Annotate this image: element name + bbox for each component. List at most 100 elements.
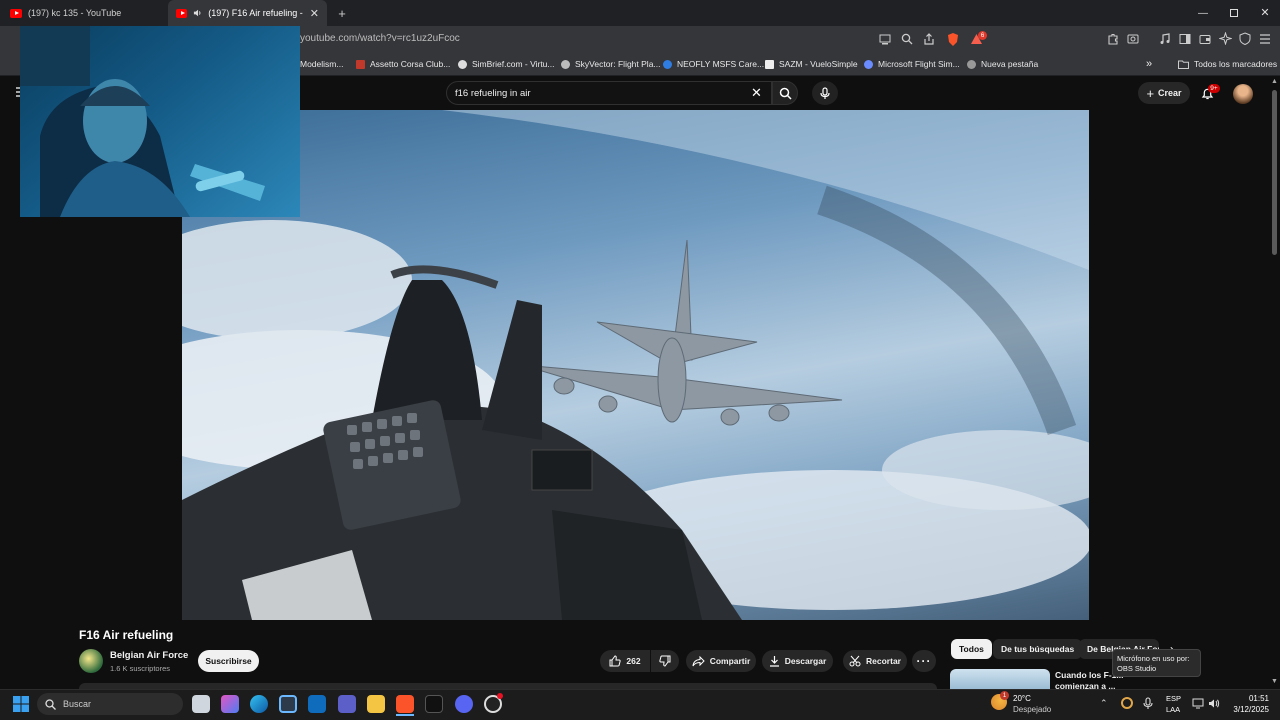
microphone-in-use-tray-icon[interactable] [1143, 697, 1153, 710]
wallet-icon[interactable] [1199, 33, 1211, 45]
more-dots-icon: ··· [916, 654, 932, 668]
webcam-person-illustration [20, 26, 265, 217]
zoom-icon[interactable] [901, 33, 913, 45]
recommendation-thumbnail[interactable] [950, 669, 1050, 689]
msfs-favicon-icon [864, 59, 873, 69]
file-explorer-icon[interactable] [367, 695, 385, 713]
chip-from-searches[interactable]: De tus búsquedas [993, 639, 1083, 659]
page-scrollbar-thumb[interactable] [1272, 90, 1277, 255]
bookmark-label: SkyVector: Flight Pla... [575, 59, 661, 69]
close-window-icon[interactable]: ✕ [1258, 5, 1272, 19]
scroll-down-arrow-icon[interactable]: ▼ [1271, 678, 1278, 685]
browser-menu-icon[interactable] [1259, 34, 1271, 44]
bookmark-label: Microsoft Flight Sim... [878, 59, 960, 69]
more-actions-button[interactable]: ··· [912, 650, 936, 672]
like-count: 262 [626, 656, 641, 666]
scroll-up-arrow-icon[interactable]: ▲ [1271, 78, 1278, 85]
task-view-icon[interactable] [192, 695, 210, 713]
voice-search-button[interactable] [812, 81, 838, 105]
show-hidden-icons-chevron-icon[interactable]: ⌃ [1100, 698, 1108, 709]
leo-ai-icon[interactable] [1219, 32, 1232, 45]
thumbs-down-icon [659, 655, 671, 667]
clear-search-icon[interactable]: ✕ [751, 85, 762, 101]
chip-all[interactable]: Todos [951, 639, 992, 659]
outlook-icon[interactable] [308, 695, 326, 713]
sazm-favicon-icon [765, 59, 774, 69]
assetto-corsa-favicon-icon [356, 59, 365, 69]
microsoft-store-icon[interactable] [279, 695, 297, 713]
volume-icon[interactable] [1208, 698, 1220, 709]
bookmark-modelism[interactable]: Modelism... [300, 52, 343, 76]
tab-label: (197) kc 135 - YouTube [28, 8, 122, 18]
brave-shields-icon[interactable] [946, 32, 960, 47]
bookmark-simbrief[interactable]: SimBrief.com - Virtu... [458, 52, 555, 76]
brave-browser-icon[interactable] [396, 695, 414, 713]
clock-date[interactable]: 3/12/2025 [1224, 705, 1269, 714]
network-icon[interactable] [1192, 698, 1204, 709]
obs-recording-dot [497, 693, 503, 699]
close-tab-icon[interactable]: ✕ [310, 7, 319, 20]
teams-icon[interactable] [338, 695, 356, 713]
tooltip-line: Micrófono en uso por: [1117, 654, 1190, 663]
share-page-icon[interactable] [923, 33, 935, 45]
cast-icon[interactable] [879, 34, 891, 45]
sync-tray-icon[interactable] [1121, 697, 1133, 709]
like-button[interactable]: 262 [600, 650, 650, 672]
clip-button[interactable]: Recortar [843, 650, 907, 672]
bookmark-skyvector[interactable]: SkyVector: Flight Pla... [561, 52, 661, 76]
weather-description[interactable]: Despejado [1013, 705, 1051, 714]
folder-icon [1178, 60, 1189, 69]
share-button[interactable]: Compartir [686, 650, 756, 672]
sidebar-toggle-icon[interactable] [1179, 33, 1191, 45]
taskbar-search[interactable]: Buscar [37, 693, 183, 715]
scissors-icon [849, 655, 861, 667]
bookmark-new-tab[interactable]: Nueva pestaña [967, 52, 1038, 76]
subscribe-button[interactable]: Suscribirse [198, 650, 259, 672]
globe-icon [967, 59, 976, 69]
youtube-favicon-icon [10, 8, 22, 18]
screenshot-icon[interactable] [1127, 33, 1139, 45]
discord-icon[interactable] [455, 695, 473, 713]
more-bookmarks-icon[interactable]: » [1146, 52, 1152, 76]
all-bookmarks-folder[interactable]: Todos los marcadores [1178, 52, 1277, 76]
edge-icon[interactable] [250, 695, 268, 713]
video-player[interactable] [182, 110, 1089, 620]
maximize-window-icon[interactable] [1230, 9, 1238, 17]
notifications-badge: 9+ [1208, 84, 1220, 93]
weather-temperature[interactable]: 20°C [1013, 694, 1031, 703]
vpn-shield-icon[interactable] [1239, 32, 1251, 45]
extensions-icon[interactable] [1107, 33, 1119, 45]
tab-kc135[interactable]: (197) kc 135 - YouTube [2, 0, 167, 26]
bookmark-microsoft-flight-sim[interactable]: Microsoft Flight Sim... [864, 52, 960, 76]
search-button[interactable] [772, 81, 798, 105]
neofly-favicon-icon [663, 59, 672, 69]
user-avatar[interactable] [1233, 84, 1253, 104]
bookmark-neofly[interactable]: NEOFLY MSFS Care... [663, 52, 764, 76]
windows-start-icon[interactable] [13, 696, 29, 712]
video-frame-illustration [182, 110, 1089, 620]
simbrief-favicon-icon [458, 59, 467, 69]
search-icon [779, 87, 792, 100]
download-button[interactable]: Descargar [762, 650, 833, 672]
language-indicator-top[interactable]: ESP [1166, 694, 1181, 703]
tooltip-line: OBS Studio [1117, 664, 1157, 673]
bookmark-sazm[interactable]: SAZM - VueloSimple [765, 52, 858, 76]
search-box[interactable]: f16 refueling in air ✕ [446, 81, 772, 105]
search-input[interactable]: f16 refueling in air [455, 88, 531, 99]
language-indicator-bottom[interactable]: LAA [1166, 705, 1180, 714]
clock-time[interactable]: 01:51 [1229, 694, 1269, 703]
bookmark-assetto-corsa[interactable]: Assetto Corsa Club... [356, 52, 450, 76]
tab-f16-refueling[interactable]: (197) F16 Air refueling - YouT ✕ [168, 0, 327, 26]
create-button[interactable]: + Crear [1138, 82, 1190, 104]
channel-avatar[interactable] [79, 649, 103, 673]
new-tab-icon[interactable]: + [334, 5, 350, 21]
copilot-icon[interactable] [221, 695, 239, 713]
share-label: Compartir [709, 656, 751, 666]
minimize-window-icon[interactable]: — [1196, 6, 1210, 20]
create-label: Crear [1158, 88, 1182, 98]
dislike-button[interactable] [651, 650, 679, 672]
media-controls-icon[interactable] [1159, 33, 1171, 45]
channel-name[interactable]: Belgian Air Force [110, 650, 188, 661]
tiktok-icon[interactable] [425, 695, 443, 713]
address-bar-url[interactable]: youtube.com/watch?v=rc1uz2uFcoc [300, 33, 460, 44]
